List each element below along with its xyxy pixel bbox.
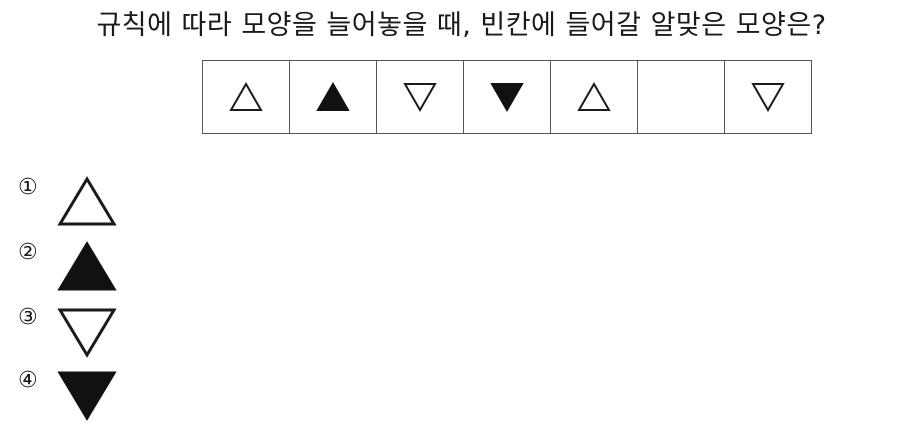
white-down-triangle-icon	[403, 83, 437, 113]
white-down-triangle-icon	[751, 83, 785, 113]
sequence-cell-blank	[638, 61, 725, 133]
black-up-triangle-icon	[57, 241, 117, 291]
option-3[interactable]: ③	[18, 306, 118, 358]
white-up-triangle-icon	[229, 81, 263, 111]
option-shape	[56, 369, 118, 421]
sequence-cell-4	[464, 61, 551, 133]
option-shape	[56, 176, 118, 228]
sequence-cell-1	[203, 61, 290, 133]
shape-sequence	[202, 60, 812, 134]
black-down-triangle-icon	[57, 371, 117, 421]
option-2[interactable]: ②	[18, 241, 118, 293]
white-up-triangle-icon	[577, 81, 611, 111]
option-number: ③	[18, 305, 38, 330]
option-number: ②	[18, 240, 38, 265]
option-1[interactable]: ①	[18, 176, 118, 228]
black-down-triangle-icon	[490, 83, 524, 113]
sequence-cell-5	[551, 61, 638, 133]
sequence-cell-2	[290, 61, 377, 133]
option-4[interactable]: ④	[18, 369, 118, 421]
option-number: ①	[18, 175, 38, 200]
sequence-cell-3	[377, 61, 464, 133]
black-up-triangle-icon	[316, 81, 350, 111]
white-down-triangle-icon	[57, 308, 117, 358]
question-text: 규칙에 따라 모양을 늘어놓을 때, 빈칸에 들어갈 알맞은 모양은?	[96, 10, 827, 41]
option-number: ④	[18, 368, 38, 393]
white-up-triangle-icon	[57, 176, 117, 226]
option-shape	[56, 241, 118, 293]
sequence-cell-7	[725, 61, 812, 133]
option-shape	[56, 306, 118, 358]
